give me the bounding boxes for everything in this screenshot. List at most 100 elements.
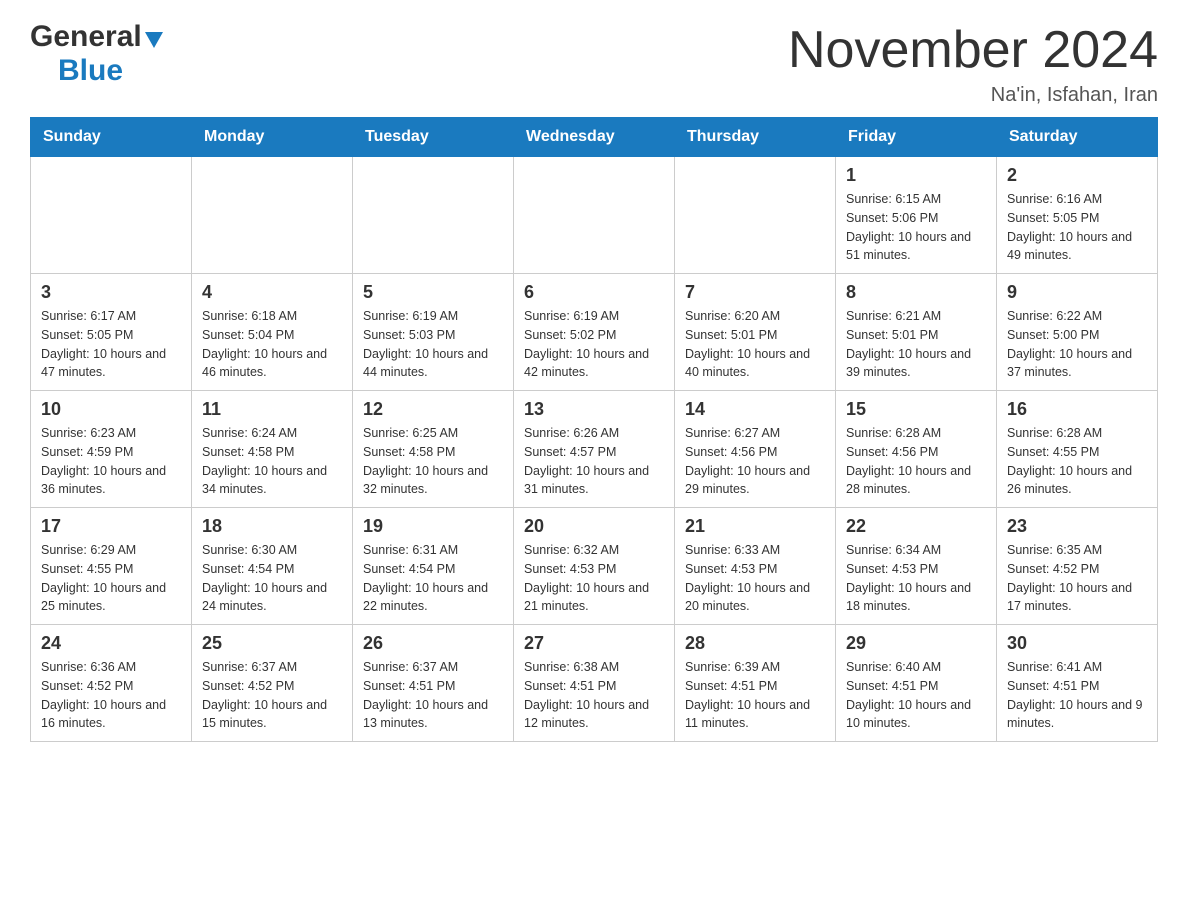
logo-general-text: General — [30, 20, 142, 54]
calendar-cell: 10 Sunrise: 6:23 AMSunset: 4:59 PMDayligh… — [31, 391, 192, 508]
calendar-cell: 19 Sunrise: 6:31 AMSunset: 4:54 PMDayligh… — [353, 508, 514, 625]
calendar-cell: 11 Sunrise: 6:24 AMSunset: 4:58 PMDayligh… — [192, 391, 353, 508]
day-info: Sunrise: 6:37 AMSunset: 4:52 PMDaylight:… — [202, 658, 342, 733]
calendar-cell — [31, 157, 192, 274]
day-number: 20 — [524, 516, 664, 537]
calendar-week-row: 17Sunrise: 6:29 AMSunset: 4:55 PMDayligh… — [31, 508, 1158, 625]
day-info: Sunrise: 6:34 AMSunset: 4:53 PMDaylight:… — [846, 541, 986, 616]
calendar-week-row: 1 Sunrise: 6:15 AMSunset: 5:06 PMDaylight… — [31, 157, 1158, 274]
calendar-day-header: Tuesday — [353, 118, 514, 157]
calendar-cell: 8 Sunrise: 6:21 AMSunset: 5:01 PMDaylight… — [836, 274, 997, 391]
calendar-cell — [192, 157, 353, 274]
day-number: 12 — [363, 399, 503, 420]
calendar-cell: 13 Sunrise: 6:26 AMSunset: 4:57 PMDayligh… — [514, 391, 675, 508]
calendar-cell — [514, 157, 675, 274]
logo-triangle-icon — [145, 32, 163, 48]
calendar-cell: 29Sunrise: 6:40 AMSunset: 4:51 PMDayligh… — [836, 625, 997, 742]
day-number: 26 — [363, 633, 503, 654]
calendar-cell: 15 Sunrise: 6:28 AMSunset: 4:56 PMDayligh… — [836, 391, 997, 508]
day-info: Sunrise: 6:19 AMSunset: 5:03 PMDaylight:… — [363, 307, 503, 382]
calendar-table: SundayMondayTuesdayWednesdayThursdayFrid… — [30, 117, 1158, 742]
calendar-day-header: Monday — [192, 118, 353, 157]
day-number: 5 — [363, 282, 503, 303]
day-info: Sunrise: 6:16 AMSunset: 5:05 PMDaylight:… — [1007, 190, 1147, 265]
calendar-cell: 23 Sunrise: 6:35 AMSunset: 4:52 PMDayligh… — [997, 508, 1158, 625]
day-number: 8 — [846, 282, 986, 303]
calendar-cell: 3 Sunrise: 6:17 AMSunset: 5:05 PMDaylight… — [31, 274, 192, 391]
day-number: 14 — [685, 399, 825, 420]
day-number: 2 — [1007, 165, 1147, 186]
calendar-header-row: SundayMondayTuesdayWednesdayThursdayFrid… — [31, 118, 1158, 157]
day-number: 23 — [1007, 516, 1147, 537]
day-info: Sunrise: 6:28 AMSunset: 4:55 PMDaylight:… — [1007, 424, 1147, 499]
day-number: 24 — [41, 633, 181, 654]
calendar-cell: 30 Sunrise: 6:41 AMSunset: 4:51 PMDayligh… — [997, 625, 1158, 742]
day-number: 13 — [524, 399, 664, 420]
day-info: Sunrise: 6:25 AMSunset: 4:58 PMDaylight:… — [363, 424, 503, 499]
calendar-cell: 16 Sunrise: 6:28 AMSunset: 4:55 PMDayligh… — [997, 391, 1158, 508]
day-info: Sunrise: 6:28 AMSunset: 4:56 PMDaylight:… — [846, 424, 986, 499]
day-info: Sunrise: 6:31 AMSunset: 4:54 PMDaylight:… — [363, 541, 503, 616]
calendar-cell: 1 Sunrise: 6:15 AMSunset: 5:06 PMDaylight… — [836, 157, 997, 274]
day-info: Sunrise: 6:21 AMSunset: 5:01 PMDaylight:… — [846, 307, 986, 382]
day-number: 22 — [846, 516, 986, 537]
day-number: 21 — [685, 516, 825, 537]
day-info: Sunrise: 6:30 AMSunset: 4:54 PMDaylight:… — [202, 541, 342, 616]
day-number: 28 — [685, 633, 825, 654]
calendar-cell: 14Sunrise: 6:27 AMSunset: 4:56 PMDayligh… — [675, 391, 836, 508]
day-info: Sunrise: 6:15 AMSunset: 5:06 PMDaylight:… — [846, 190, 986, 265]
logo: General Blue — [30, 20, 163, 88]
day-number: 16 — [1007, 399, 1147, 420]
day-info: Sunrise: 6:37 AMSunset: 4:51 PMDaylight:… — [363, 658, 503, 733]
day-number: 15 — [846, 399, 986, 420]
day-info: Sunrise: 6:18 AMSunset: 5:04 PMDaylight:… — [202, 307, 342, 382]
month-title: November 2024 — [788, 20, 1158, 80]
day-info: Sunrise: 6:39 AMSunset: 4:51 PMDaylight:… — [685, 658, 825, 733]
day-number: 3 — [41, 282, 181, 303]
day-info: Sunrise: 6:23 AMSunset: 4:59 PMDaylight:… — [41, 424, 181, 499]
day-number: 30 — [1007, 633, 1147, 654]
day-number: 25 — [202, 633, 342, 654]
title-section: November 2024 Na'in, Isfahan, Iran — [788, 20, 1158, 107]
calendar-week-row: 10 Sunrise: 6:23 AMSunset: 4:59 PMDayligh… — [31, 391, 1158, 508]
day-number: 7 — [685, 282, 825, 303]
day-info: Sunrise: 6:22 AMSunset: 5:00 PMDaylight:… — [1007, 307, 1147, 382]
day-info: Sunrise: 6:24 AMSunset: 4:58 PMDaylight:… — [202, 424, 342, 499]
calendar-cell: 24Sunrise: 6:36 AMSunset: 4:52 PMDayligh… — [31, 625, 192, 742]
calendar-cell: 20Sunrise: 6:32 AMSunset: 4:53 PMDayligh… — [514, 508, 675, 625]
calendar-cell — [675, 157, 836, 274]
day-number: 17 — [41, 516, 181, 537]
calendar-cell: 7 Sunrise: 6:20 AMSunset: 5:01 PMDaylight… — [675, 274, 836, 391]
calendar-cell: 17Sunrise: 6:29 AMSunset: 4:55 PMDayligh… — [31, 508, 192, 625]
day-number: 10 — [41, 399, 181, 420]
calendar-cell: 18 Sunrise: 6:30 AMSunset: 4:54 PMDayligh… — [192, 508, 353, 625]
calendar-cell: 5 Sunrise: 6:19 AMSunset: 5:03 PMDaylight… — [353, 274, 514, 391]
day-info: Sunrise: 6:20 AMSunset: 5:01 PMDaylight:… — [685, 307, 825, 382]
day-info: Sunrise: 6:40 AMSunset: 4:51 PMDaylight:… — [846, 658, 986, 733]
day-number: 18 — [202, 516, 342, 537]
day-info: Sunrise: 6:35 AMSunset: 4:52 PMDaylight:… — [1007, 541, 1147, 616]
day-number: 19 — [363, 516, 503, 537]
calendar-cell: 25 Sunrise: 6:37 AMSunset: 4:52 PMDayligh… — [192, 625, 353, 742]
day-number: 4 — [202, 282, 342, 303]
day-info: Sunrise: 6:19 AMSunset: 5:02 PMDaylight:… — [524, 307, 664, 382]
day-number: 9 — [1007, 282, 1147, 303]
day-number: 11 — [202, 399, 342, 420]
day-info: Sunrise: 6:26 AMSunset: 4:57 PMDaylight:… — [524, 424, 664, 499]
calendar-week-row: 24Sunrise: 6:36 AMSunset: 4:52 PMDayligh… — [31, 625, 1158, 742]
logo-blue-text: Blue — [58, 54, 123, 87]
calendar-cell: 6 Sunrise: 6:19 AMSunset: 5:02 PMDaylight… — [514, 274, 675, 391]
day-info: Sunrise: 6:41 AMSunset: 4:51 PMDaylight:… — [1007, 658, 1147, 733]
calendar-day-header: Thursday — [675, 118, 836, 157]
day-info: Sunrise: 6:17 AMSunset: 5:05 PMDaylight:… — [41, 307, 181, 382]
location-title: Na'in, Isfahan, Iran — [788, 84, 1158, 107]
day-number: 1 — [846, 165, 986, 186]
day-number: 6 — [524, 282, 664, 303]
calendar-cell: 22 Sunrise: 6:34 AMSunset: 4:53 PMDayligh… — [836, 508, 997, 625]
calendar-cell: 2 Sunrise: 6:16 AMSunset: 5:05 PMDaylight… — [997, 157, 1158, 274]
calendar-cell — [353, 157, 514, 274]
calendar-day-header: Wednesday — [514, 118, 675, 157]
calendar-week-row: 3 Sunrise: 6:17 AMSunset: 5:05 PMDaylight… — [31, 274, 1158, 391]
calendar-cell: 27Sunrise: 6:38 AMSunset: 4:51 PMDayligh… — [514, 625, 675, 742]
calendar-cell: 28 Sunrise: 6:39 AMSunset: 4:51 PMDayligh… — [675, 625, 836, 742]
